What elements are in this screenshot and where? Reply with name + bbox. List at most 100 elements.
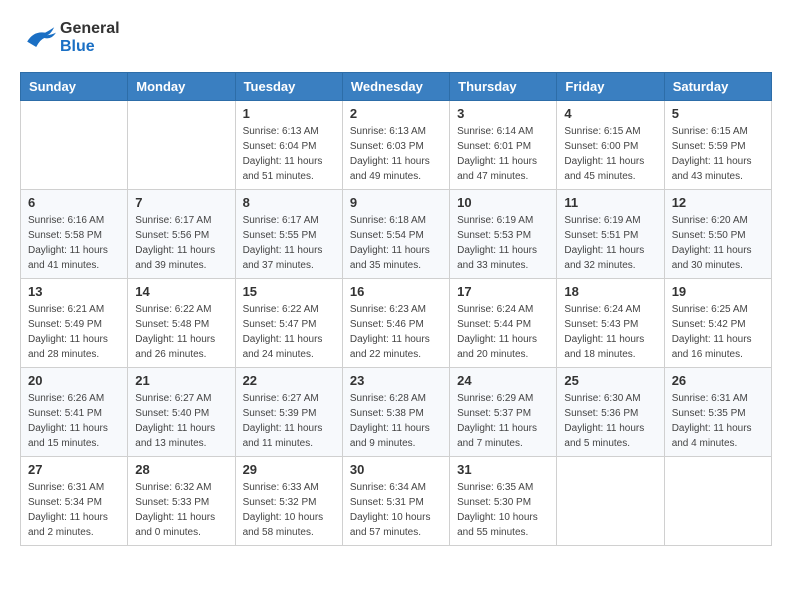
day-info: Sunrise: 6:13 AMSunset: 6:04 PMDaylight:… xyxy=(243,124,335,184)
calendar-cell: 18Sunrise: 6:24 AMSunset: 5:43 PMDayligh… xyxy=(557,279,664,368)
calendar-cell: 21Sunrise: 6:27 AMSunset: 5:40 PMDayligh… xyxy=(128,368,235,457)
calendar-header-row: SundayMondayTuesdayWednesdayThursdayFrid… xyxy=(21,73,772,101)
day-info: Sunrise: 6:35 AMSunset: 5:30 PMDaylight:… xyxy=(457,480,549,540)
day-number: 7 xyxy=(135,195,227,210)
day-info: Sunrise: 6:32 AMSunset: 5:33 PMDaylight:… xyxy=(135,480,227,540)
day-info: Sunrise: 6:20 AMSunset: 5:50 PMDaylight:… xyxy=(672,213,764,273)
calendar-header-tuesday: Tuesday xyxy=(235,73,342,101)
logo-icon xyxy=(20,23,56,53)
calendar-cell: 31 Sunrise: 6:35 AMSunset: 5:30 PMDayligh… xyxy=(450,457,557,546)
day-info: Sunrise: 6:25 AMSunset: 5:42 PMDaylight:… xyxy=(672,302,764,362)
calendar-cell: 4 Sunrise: 6:15 AMSunset: 6:00 PMDaylight… xyxy=(557,101,664,190)
day-info: Sunrise: 6:17 AMSunset: 5:56 PMDaylight:… xyxy=(135,213,227,273)
day-number: 27 xyxy=(28,462,120,477)
day-number: 25 xyxy=(564,373,656,388)
day-number: 12 xyxy=(672,195,764,210)
day-info: Sunrise: 6:22 AMSunset: 5:48 PMDaylight:… xyxy=(135,302,227,362)
day-info: Sunrise: 6:22 AMSunset: 5:47 PMDaylight:… xyxy=(243,302,335,362)
day-number: 3 xyxy=(457,106,549,121)
day-info: Sunrise: 6:34 AMSunset: 5:31 PMDaylight:… xyxy=(350,480,442,540)
calendar-table: SundayMondayTuesdayWednesdayThursdayFrid… xyxy=(20,72,772,546)
calendar-cell: 14 Sunrise: 6:22 AMSunset: 5:48 PMDayligh… xyxy=(128,279,235,368)
day-info: Sunrise: 6:29 AMSunset: 5:37 PMDaylight:… xyxy=(457,391,549,451)
day-number: 1 xyxy=(243,106,335,121)
calendar-header-thursday: Thursday xyxy=(450,73,557,101)
day-number: 24 xyxy=(457,373,549,388)
calendar-cell: 25 Sunrise: 6:30 AMSunset: 5:36 PMDayligh… xyxy=(557,368,664,457)
day-number: 28 xyxy=(135,462,227,477)
calendar-cell: 3 Sunrise: 6:14 AMSunset: 6:01 PMDaylight… xyxy=(450,101,557,190)
day-info: Sunrise: 6:15 AMSunset: 6:00 PMDaylight:… xyxy=(564,124,656,184)
day-number: 19 xyxy=(672,284,764,299)
day-info: Sunrise: 6:15 AMSunset: 5:59 PMDaylight:… xyxy=(672,124,764,184)
day-number: 4 xyxy=(564,106,656,121)
calendar-cell: 2Sunrise: 6:13 AMSunset: 6:03 PMDaylight… xyxy=(342,101,449,190)
day-info: Sunrise: 6:19 AMSunset: 5:51 PMDaylight:… xyxy=(564,213,656,273)
day-info: Sunrise: 6:21 AMSunset: 5:49 PMDaylight:… xyxy=(28,302,120,362)
day-number: 10 xyxy=(457,195,549,210)
day-number: 20 xyxy=(28,373,120,388)
day-number: 21 xyxy=(135,373,227,388)
day-number: 13 xyxy=(28,284,120,299)
day-number: 14 xyxy=(135,284,227,299)
calendar-week-3: 13 Sunrise: 6:21 AMSunset: 5:49 PMDayligh… xyxy=(21,279,772,368)
calendar-cell: 24 Sunrise: 6:29 AMSunset: 5:37 PMDayligh… xyxy=(450,368,557,457)
day-number: 22 xyxy=(243,373,335,388)
calendar-cell: 17 Sunrise: 6:24 AMSunset: 5:44 PMDayligh… xyxy=(450,279,557,368)
calendar-cell: 23 Sunrise: 6:28 AMSunset: 5:38 PMDayligh… xyxy=(342,368,449,457)
calendar-cell: 12 Sunrise: 6:20 AMSunset: 5:50 PMDayligh… xyxy=(664,190,771,279)
day-number: 17 xyxy=(457,284,549,299)
day-number: 29 xyxy=(243,462,335,477)
day-number: 9 xyxy=(350,195,442,210)
day-number: 23 xyxy=(350,373,442,388)
calendar-header-wednesday: Wednesday xyxy=(342,73,449,101)
calendar-cell xyxy=(21,101,128,190)
calendar-cell: 15 Sunrise: 6:22 AMSunset: 5:47 PMDayligh… xyxy=(235,279,342,368)
day-info: Sunrise: 6:14 AMSunset: 6:01 PMDaylight:… xyxy=(457,124,549,184)
day-number: 15 xyxy=(243,284,335,299)
calendar-week-5: 27 Sunrise: 6:31 AMSunset: 5:34 PMDayligh… xyxy=(21,457,772,546)
calendar-cell: 26 Sunrise: 6:31 AMSunset: 5:35 PMDayligh… xyxy=(664,368,771,457)
day-info: Sunrise: 6:27 AMSunset: 5:39 PMDaylight:… xyxy=(243,391,335,451)
day-info: Sunrise: 6:33 AMSunset: 5:32 PMDaylight:… xyxy=(243,480,335,540)
day-info: Sunrise: 6:19 AMSunset: 5:53 PMDaylight:… xyxy=(457,213,549,273)
logo-text: General Blue xyxy=(60,20,120,56)
calendar-cell: 7 Sunrise: 6:17 AMSunset: 5:56 PMDaylight… xyxy=(128,190,235,279)
day-number: 6 xyxy=(28,195,120,210)
day-info: Sunrise: 6:26 AMSunset: 5:41 PMDaylight:… xyxy=(28,391,120,451)
day-info: Sunrise: 6:28 AMSunset: 5:38 PMDaylight:… xyxy=(350,391,442,451)
calendar-cell: 16Sunrise: 6:23 AMSunset: 5:46 PMDayligh… xyxy=(342,279,449,368)
calendar-week-4: 20 Sunrise: 6:26 AMSunset: 5:41 PMDayligh… xyxy=(21,368,772,457)
calendar-cell: 19 Sunrise: 6:25 AMSunset: 5:42 PMDayligh… xyxy=(664,279,771,368)
page-header: General Blue xyxy=(20,20,772,56)
calendar-cell: 6 Sunrise: 6:16 AMSunset: 5:58 PMDaylight… xyxy=(21,190,128,279)
calendar-header-saturday: Saturday xyxy=(664,73,771,101)
logo: General Blue xyxy=(20,20,120,56)
calendar-cell xyxy=(557,457,664,546)
day-info: Sunrise: 6:24 AMSunset: 5:44 PMDaylight:… xyxy=(457,302,549,362)
day-info: Sunrise: 6:31 AMSunset: 5:35 PMDaylight:… xyxy=(672,391,764,451)
day-number: 8 xyxy=(243,195,335,210)
calendar-cell: 20 Sunrise: 6:26 AMSunset: 5:41 PMDayligh… xyxy=(21,368,128,457)
day-info: Sunrise: 6:18 AMSunset: 5:54 PMDaylight:… xyxy=(350,213,442,273)
calendar-header-monday: Monday xyxy=(128,73,235,101)
day-info: Sunrise: 6:30 AMSunset: 5:36 PMDaylight:… xyxy=(564,391,656,451)
calendar-cell: 8 Sunrise: 6:17 AMSunset: 5:55 PMDaylight… xyxy=(235,190,342,279)
calendar-cell: 29 Sunrise: 6:33 AMSunset: 5:32 PMDayligh… xyxy=(235,457,342,546)
calendar-cell: 27 Sunrise: 6:31 AMSunset: 5:34 PMDayligh… xyxy=(21,457,128,546)
day-number: 5 xyxy=(672,106,764,121)
calendar-cell: 1 Sunrise: 6:13 AMSunset: 6:04 PMDaylight… xyxy=(235,101,342,190)
day-number: 31 xyxy=(457,462,549,477)
calendar-week-1: 1 Sunrise: 6:13 AMSunset: 6:04 PMDaylight… xyxy=(21,101,772,190)
day-number: 26 xyxy=(672,373,764,388)
calendar-cell: 10 Sunrise: 6:19 AMSunset: 5:53 PMDayligh… xyxy=(450,190,557,279)
day-info: Sunrise: 6:31 AMSunset: 5:34 PMDaylight:… xyxy=(28,480,120,540)
calendar-header-friday: Friday xyxy=(557,73,664,101)
day-info: Sunrise: 6:17 AMSunset: 5:55 PMDaylight:… xyxy=(243,213,335,273)
calendar-cell xyxy=(664,457,771,546)
calendar-cell: 22 Sunrise: 6:27 AMSunset: 5:39 PMDayligh… xyxy=(235,368,342,457)
calendar-header-sunday: Sunday xyxy=(21,73,128,101)
day-info: Sunrise: 6:23 AMSunset: 5:46 PMDaylight:… xyxy=(350,302,442,362)
day-info: Sunrise: 6:16 AMSunset: 5:58 PMDaylight:… xyxy=(28,213,120,273)
day-info: Sunrise: 6:24 AMSunset: 5:43 PMDaylight:… xyxy=(564,302,656,362)
